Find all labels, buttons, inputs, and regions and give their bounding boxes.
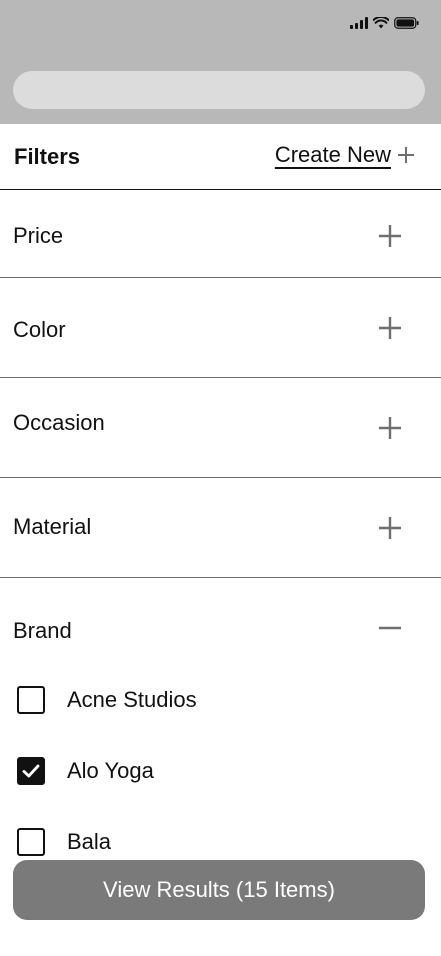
- wifi-icon: [373, 17, 389, 29]
- page-title: Filters: [14, 144, 81, 169]
- plus-icon[interactable]: [378, 316, 402, 340]
- plus-icon[interactable]: [378, 416, 402, 440]
- filter-section-occasion[interactable]: Occasion: [0, 378, 441, 478]
- minus-icon[interactable]: [378, 616, 402, 640]
- option-label: Alo Yoga: [67, 758, 154, 783]
- create-new-button[interactable]: Create New: [275, 142, 415, 168]
- plus-icon: [398, 147, 414, 163]
- checkbox-checked[interactable]: [17, 757, 45, 785]
- checkbox[interactable]: [17, 686, 45, 714]
- option-label: Acne Studios: [67, 687, 197, 712]
- filters-screen: Filters Create New Price Color Occasion …: [0, 0, 441, 956]
- filters-header: Filters Create New: [0, 124, 441, 190]
- section-label-price: Price: [13, 223, 64, 248]
- status-bar: [350, 17, 419, 29]
- filter-section-brand[interactable]: Brand: [0, 578, 441, 670]
- filter-section-material[interactable]: Material: [0, 478, 441, 578]
- checkmark-icon: [22, 764, 40, 778]
- section-label-brand: Brand: [13, 618, 72, 643]
- brand-option-bala[interactable]: Bala: [17, 828, 111, 856]
- plus-icon[interactable]: [378, 224, 402, 248]
- section-label-color: Color: [13, 317, 66, 342]
- top-header: [0, 0, 441, 124]
- brand-option-acne-studios[interactable]: Acne Studios: [17, 686, 197, 714]
- checkbox[interactable]: [17, 828, 45, 856]
- signal-icon: [350, 17, 368, 29]
- section-label-material: Material: [13, 514, 92, 539]
- create-new-label: Create New: [274, 142, 391, 167]
- brand-option-alo-yoga[interactable]: Alo Yoga: [17, 757, 154, 785]
- section-label-occasion: Occasion: [13, 410, 105, 435]
- plus-icon[interactable]: [378, 516, 402, 540]
- filter-section-price[interactable]: Price: [0, 190, 441, 278]
- option-label: Bala: [67, 829, 112, 854]
- battery-icon: [394, 17, 419, 29]
- filter-section-color[interactable]: Color: [0, 278, 441, 378]
- search-input[interactable]: [13, 71, 425, 109]
- view-results-button[interactable]: View Results (15 Items): [13, 860, 425, 920]
